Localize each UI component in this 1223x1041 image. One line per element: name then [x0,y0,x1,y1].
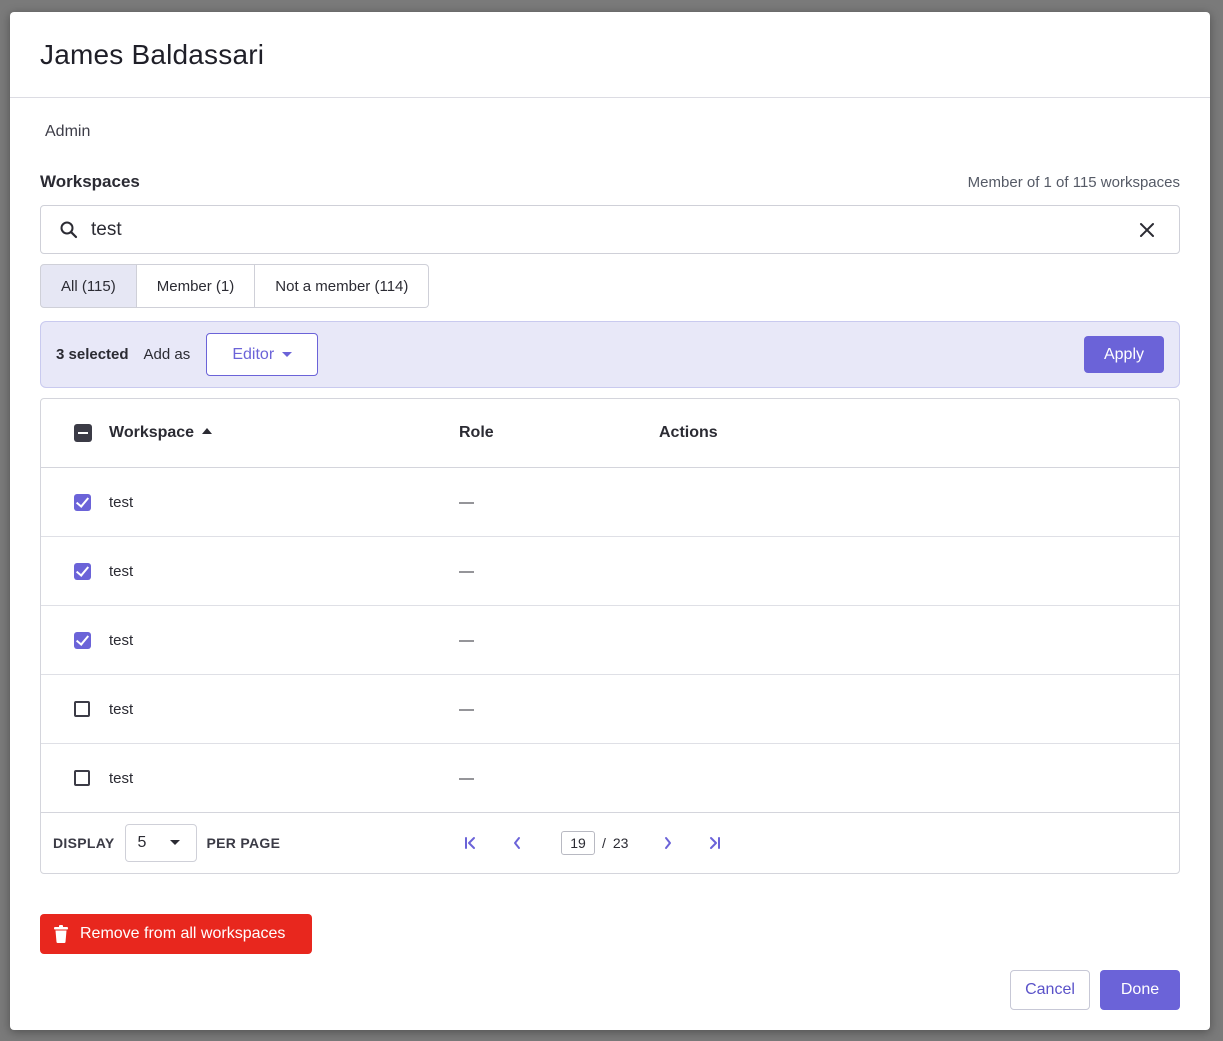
search-input-value[interactable]: test [91,219,122,241]
per-page-label: PER PAGE [206,834,281,851]
tab-all[interactable]: All (115) [40,264,137,308]
table-row: test — [41,606,1179,675]
first-page-icon [465,836,475,849]
page-separator: / [602,834,606,851]
workspaces-title: Workspaces [40,172,140,191]
row-checkbox[interactable] [74,701,90,717]
table-row: test — [41,675,1179,744]
per-page-value: 5 [137,833,147,851]
workspace-role: — [459,631,474,649]
remove-button-label: Remove from all workspaces [80,925,286,942]
chevron-left-icon [514,836,520,849]
previous-page-button[interactable] [507,833,527,853]
row-checkbox[interactable] [74,493,91,511]
trash-icon [54,925,68,943]
selected-count: 3 selected [56,346,129,363]
row-checkbox[interactable] [74,631,91,649]
chevron-right-icon [665,836,672,849]
table-row: test — [41,537,1179,606]
chevron-down-icon [169,840,180,845]
row-checkbox[interactable] [74,770,90,786]
apply-button[interactable]: Apply [1084,336,1164,373]
table-header: Workspace Role Actions [41,399,1179,468]
done-button[interactable]: Done [1100,970,1180,1010]
workspace-role: — [459,769,474,787]
first-page-button[interactable] [461,833,481,853]
add-as-label: Add as [143,346,191,363]
page-navigation: 19 / 23 [461,830,724,855]
bulk-action-bar: 3 selected Add as Editor Apply [40,321,1180,388]
next-page-button[interactable] [658,833,678,853]
actions-column-header: Actions [659,424,718,441]
cancel-button[interactable]: Cancel [1010,970,1090,1010]
workspace-header-label: Workspace [109,424,195,441]
membership-filter-tabs: All (115) Member (1) Not a member (114) [40,264,430,308]
last-page-icon [710,836,721,849]
dialog-header: James Baldassari [10,12,1210,98]
workspace-role: — [459,493,474,511]
workspace-role: — [459,700,474,718]
current-page-input[interactable]: 19 [561,830,595,855]
chevron-down-icon [282,352,293,357]
display-label: DISPLAY [53,834,115,851]
last-page-button[interactable] [704,833,724,853]
user-role-label: Admin [45,123,91,140]
sort-ascending-icon [202,427,213,434]
role-column-header: Role [459,424,494,441]
user-workspaces-dialog: James Baldassari Admin Workspaces Member… [10,12,1210,1030]
role-dropdown[interactable]: Editor [206,333,319,376]
workspace-name: test [109,562,134,580]
workspaces-table: Workspace Role Actions test — test — tes… [40,398,1180,874]
workspace-name: test [109,769,134,787]
tab-not-a-member[interactable]: Not a member (114) [255,264,430,308]
pagination: DISPLAY 5 PER PAGE 19 / 23 [41,812,1179,873]
per-page-select[interactable]: 5 [124,823,197,862]
tab-member[interactable]: Member (1) [136,264,256,308]
workspace-name: test [109,631,134,649]
search-icon [60,221,78,238]
select-all-checkbox[interactable] [74,424,92,442]
workspace-name: test [109,493,134,511]
dialog-title: James Baldassari [40,38,265,70]
membership-summary: Member of 1 of 115 workspaces [967,173,1180,191]
row-checkbox[interactable] [74,562,91,580]
role-dropdown-value: Editor [232,345,275,363]
total-pages: 23 [612,834,629,851]
table-row: test — [41,744,1179,813]
workspace-column-header[interactable]: Workspace [109,424,213,442]
workspace-search-input[interactable]: test [40,205,1180,254]
table-row: test — [41,468,1179,537]
workspace-role: — [459,562,474,580]
workspace-name: test [109,700,134,718]
close-icon[interactable] [1139,222,1155,238]
workspaces-header: Workspaces Member of 1 of 115 workspaces [40,172,1180,192]
remove-from-all-workspaces-button[interactable]: Remove from all workspaces [40,914,312,954]
